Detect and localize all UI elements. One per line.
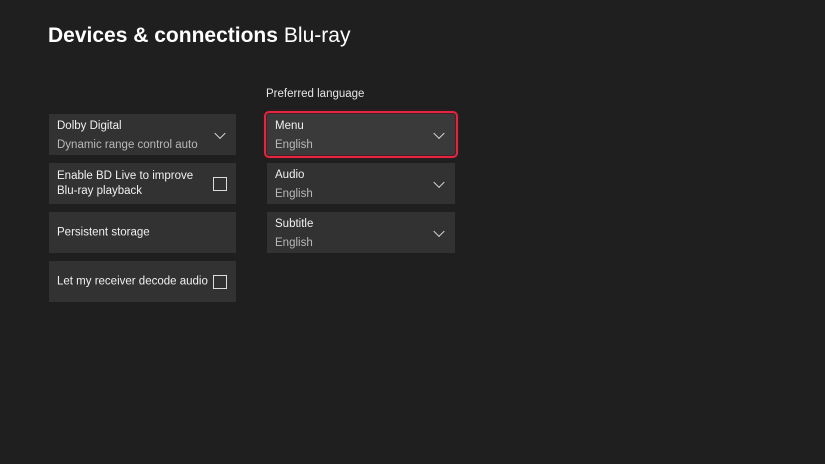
audio-language-dropdown[interactable]: Audio English: [267, 163, 455, 204]
audio-language-value: English: [275, 188, 313, 200]
subtitle-language-dropdown[interactable]: Subtitle English: [267, 212, 455, 253]
title-main: Devices & connections: [48, 24, 278, 47]
audio-language-label: Audio: [275, 169, 304, 181]
menu-language-label: Menu: [275, 120, 304, 132]
dolby-digital-dropdown[interactable]: Dolby Digital Dynamic range control auto: [49, 114, 236, 155]
chevron-down-icon: [433, 225, 444, 236]
dolby-digital-value: Dynamic range control auto: [57, 139, 198, 151]
persistent-storage-label: Persistent storage: [57, 225, 150, 240]
subtitle-language-value: English: [275, 237, 313, 249]
bd-live-label: Enable BD Live to improve Blu-ray playba…: [57, 169, 197, 199]
persistent-storage-button[interactable]: Persistent storage: [49, 212, 236, 253]
subtitle-language-label: Subtitle: [275, 218, 313, 230]
checkbox-icon[interactable]: [213, 177, 227, 191]
checkbox-icon[interactable]: [213, 275, 227, 289]
preferred-language-heading: Preferred language: [266, 88, 364, 100]
title-sub: Blu-ray: [284, 24, 351, 47]
page-title: Devices & connections Blu-ray: [48, 24, 350, 48]
menu-language-dropdown[interactable]: Menu English: [267, 114, 455, 155]
chevron-down-icon: [433, 127, 444, 138]
receiver-decode-label: Let my receiver decode audio: [57, 274, 208, 289]
chevron-down-icon: [433, 176, 444, 187]
bd-live-checkbox[interactable]: Enable BD Live to improve Blu-ray playba…: [49, 163, 236, 204]
chevron-down-icon: [214, 127, 225, 138]
menu-language-value: English: [275, 139, 313, 151]
receiver-decode-checkbox[interactable]: Let my receiver decode audio: [49, 261, 236, 302]
dolby-digital-label: Dolby Digital: [57, 120, 122, 132]
